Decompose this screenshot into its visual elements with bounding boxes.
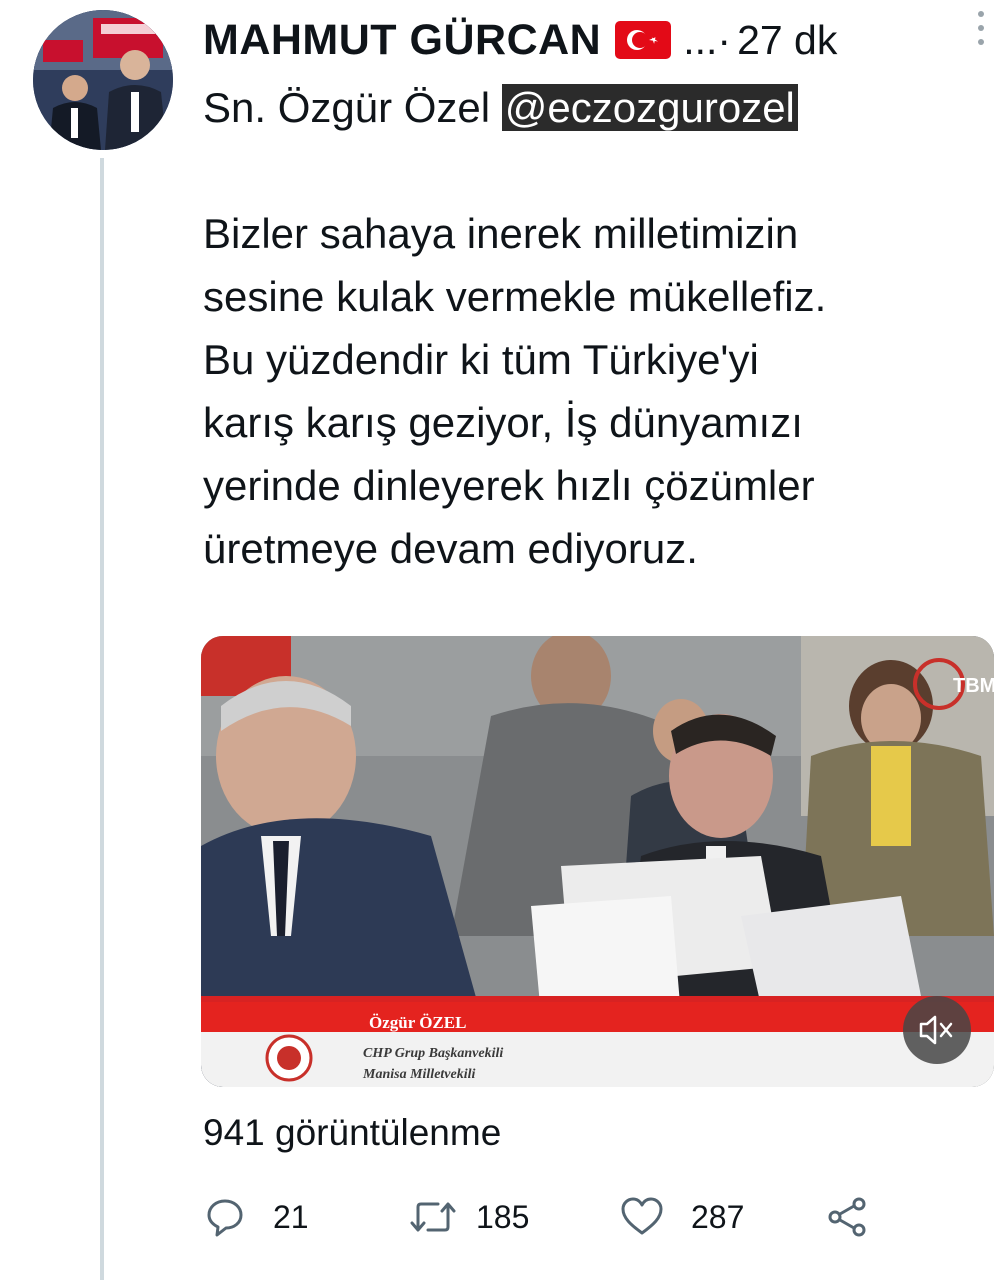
turkey-flag-icon — [615, 21, 672, 59]
retweet-icon — [410, 1202, 456, 1232]
overflow-dots: ...· — [683, 16, 732, 63]
speaker-muted-icon — [919, 1015, 953, 1045]
share-button[interactable] — [825, 1192, 869, 1242]
timestamp[interactable]: 27 dk — [737, 17, 837, 64]
lower-third-subtitle: Manisa Milletvekili — [362, 1067, 476, 1082]
like-button[interactable]: 287 — [619, 1192, 744, 1242]
video-player[interactable]: TBMM Özgür ÖZEL CHP Grup Başkanvekili Ma… — [201, 636, 994, 1087]
reply-count: 21 — [273, 1198, 309, 1235]
lower-third-name: Özgür ÖZEL — [369, 1013, 466, 1032]
lower-third-title: CHP Grup Başkanvekili — [363, 1046, 503, 1061]
like-count: 287 — [691, 1198, 745, 1235]
tweet-text: Sn. Özgür Özel @eczozgurozel Bizler saha… — [203, 76, 973, 580]
reply-icon — [207, 1199, 243, 1237]
view-count: 941 görüntülenme — [203, 1112, 502, 1153]
heart-icon — [621, 1197, 663, 1235]
mute-button[interactable] — [903, 996, 971, 1064]
tweet-actions: 21 185 287 — [203, 1192, 903, 1242]
share-icon — [828, 1197, 866, 1237]
avatar[interactable] — [33, 10, 173, 150]
more-options-icon[interactable] — [976, 6, 986, 50]
tweet-header: MAHMUT GÜRCAN ...· 27 dk — [203, 12, 983, 68]
retweet-count: 185 — [476, 1198, 530, 1235]
tweet-text-body: Bizler sahaya inerek milletimizin sesine… — [203, 210, 827, 572]
display-name[interactable]: MAHMUT GÜRCAN — [203, 16, 601, 65]
channel-logo: TBMM — [953, 675, 994, 697]
thread-line — [100, 158, 104, 1280]
tweet-text-intro: Sn. Özgür Özel — [203, 84, 502, 131]
reply-button[interactable]: 21 — [203, 1192, 309, 1242]
mention-link[interactable]: @eczozgurozel — [501, 84, 798, 131]
retweet-button[interactable]: 185 — [408, 1192, 529, 1242]
